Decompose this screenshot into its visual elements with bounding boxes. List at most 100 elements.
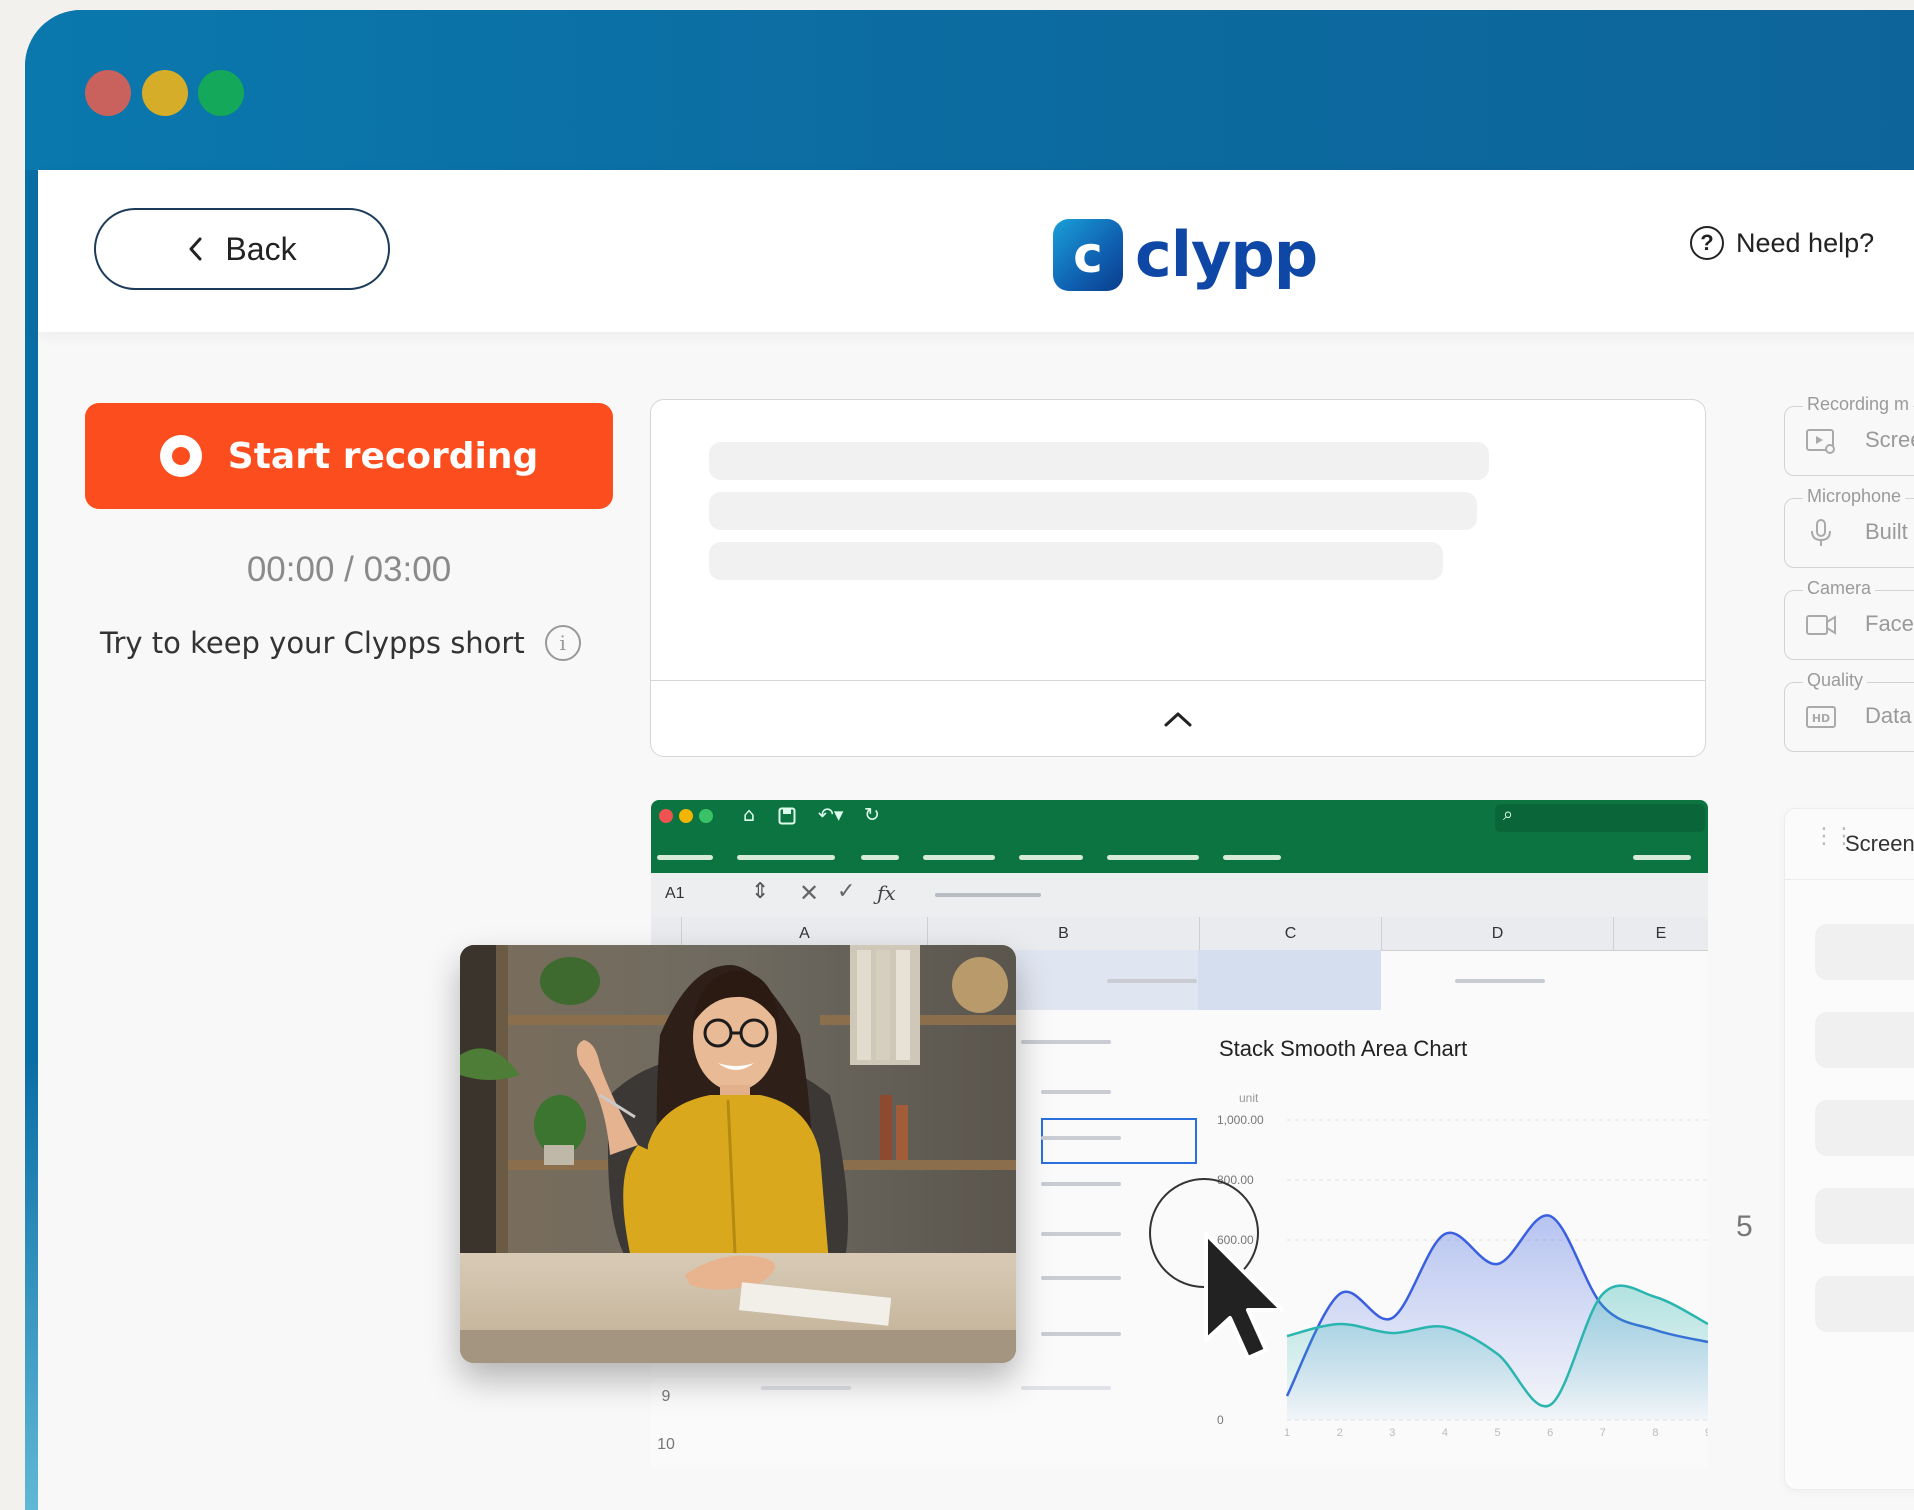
search-icon: ⌕ [1495,804,1705,832]
hd-icon: HD [1806,706,1836,728]
sheet-minimize-dot [679,809,693,823]
screens-panel: ⋮⋮ Screen [1784,808,1914,1490]
spreadsheet-toolbar: ⌂ ↶▾ ↻ ⌕ [651,800,1708,873]
camera-icon [1806,615,1836,635]
screens-panel-title: Screen [1845,831,1914,856]
ribbon-tab [1223,855,1281,860]
column-header[interactable]: D [1381,917,1613,950]
screen-count: 5 [1736,1210,1753,1243]
logo-text: clypp [1135,218,1318,291]
svg-text:HD: HD [1812,712,1830,725]
webcam-image [460,945,1016,1363]
ribbon-tab [737,855,835,860]
recording-tip: Try to keep your Clypps short i [100,625,581,661]
x-tick-label: 1 [1284,1427,1290,1439]
x-tick-label: 5 [1495,1427,1501,1439]
script-panel[interactable] [650,399,1706,757]
x-tick-label: 7 [1600,1427,1606,1439]
question-icon: ? [1690,226,1724,260]
x-tick-label: 6 [1547,1427,1553,1439]
sheet-maximize-dot [699,809,713,823]
chart-panel: Stack Smooth Area Chart unit 1,000.00 800.… [1197,1012,1708,1440]
ribbon-tab [861,855,899,860]
screen-item[interactable] [1815,1012,1914,1068]
formula-content[interactable] [935,893,1041,897]
webcam-preview[interactable] [460,945,1016,1363]
start-recording-label: Start recording [227,435,539,477]
ribbon-tab [1107,855,1199,860]
setting-label: Quality [1803,670,1868,691]
recording-timer: 00:00 / 03:00 [246,550,452,589]
screens-panel-header: ⋮⋮ Screen [1785,809,1914,880]
window-titlebar [25,10,1914,170]
column-header[interactable]: C [1199,917,1381,950]
area-chart: unit1,000.00800.00600.000123456789 [1217,1091,1708,1439]
help-label: Need help? [1736,227,1875,258]
back-button[interactable]: Back [94,208,390,290]
row-number: 9 [661,1388,671,1405]
top-navbar: Back c clypp ? Need help? [38,170,1914,332]
screen-item[interactable] [1815,924,1914,980]
home-icon: ⌂ [743,804,756,826]
microphone-icon [1811,519,1831,546]
cell-content [1041,1232,1121,1236]
microphone-select[interactable]: Microphone Built [1784,486,1914,568]
script-placeholder-line [709,542,1443,580]
clypp-logo: c clypp [1053,218,1318,291]
stepper-icon[interactable]: ⇕ [751,879,769,904]
ribbon-tab [1019,855,1083,860]
x-tick-label: 4 [1442,1427,1448,1439]
column-header[interactable]: E [1613,917,1708,950]
cursor-arrow-icon [1204,1232,1284,1360]
camera-select[interactable]: Camera FaceT [1784,578,1914,660]
record-icon [159,435,202,477]
redo-icon: ↻ [864,804,880,826]
tip-text: Try to keep your Clypps short [100,626,525,660]
undo-icon: ↶▾ [818,804,844,826]
sheet-close-dot [659,809,673,823]
cell-content [1041,1090,1111,1094]
cell-content [1041,1332,1121,1336]
screen-item[interactable] [1815,1100,1914,1156]
screen-item[interactable] [1815,1276,1914,1332]
recording-mode-select[interactable]: Recording m Scree [1784,394,1914,476]
save-icon [778,807,796,825]
start-recording-button[interactable]: Start recording [85,403,613,509]
script-panel-footer [651,680,1705,756]
selected-cell-range [1198,950,1381,1010]
setting-value: Built [1865,519,1908,544]
cell-reference[interactable]: A1 [665,885,685,903]
function-icon[interactable]: ƒx [877,881,896,905]
y-axis-label: unit [1239,1091,1259,1105]
help-link[interactable]: ? Need help? [1690,226,1874,260]
cell-content [761,1386,851,1390]
x-tick-label: 9 [1705,1427,1708,1439]
info-icon[interactable]: i [544,625,581,661]
ribbon-tab [1633,855,1691,860]
ribbon-tab [657,855,713,860]
maximize-window-button[interactable] [198,70,244,116]
y-tick-label: 0 [1217,1413,1224,1427]
script-placeholder-line [709,492,1477,530]
ribbon-tab [923,855,995,860]
setting-label: Recording m [1803,394,1914,415]
minimize-window-button[interactable] [142,70,188,116]
confirm-icon[interactable]: ✓ [837,879,855,904]
cell-content [1455,979,1545,983]
setting-value: FaceT [1865,611,1914,636]
script-placeholder-line [709,442,1489,480]
cell-content [1041,1136,1121,1140]
active-cell[interactable] [1041,1118,1197,1164]
x-tick-label: 3 [1389,1427,1395,1439]
setting-value: Scree [1865,427,1914,452]
cancel-icon[interactable]: ✕ [799,879,819,907]
setting-value: Data [1865,703,1912,728]
screen-item[interactable] [1815,1188,1914,1244]
chevron-up-icon[interactable] [1163,710,1193,728]
formula-bar: A1 ⇕ ✕ ✓ ƒx [651,873,1708,918]
quality-select[interactable]: Quality HD Data [1784,670,1914,752]
back-label: Back [225,230,297,267]
row-number: 10 [657,1436,675,1453]
cell-content [1041,1276,1121,1280]
close-window-button[interactable] [85,70,131,116]
